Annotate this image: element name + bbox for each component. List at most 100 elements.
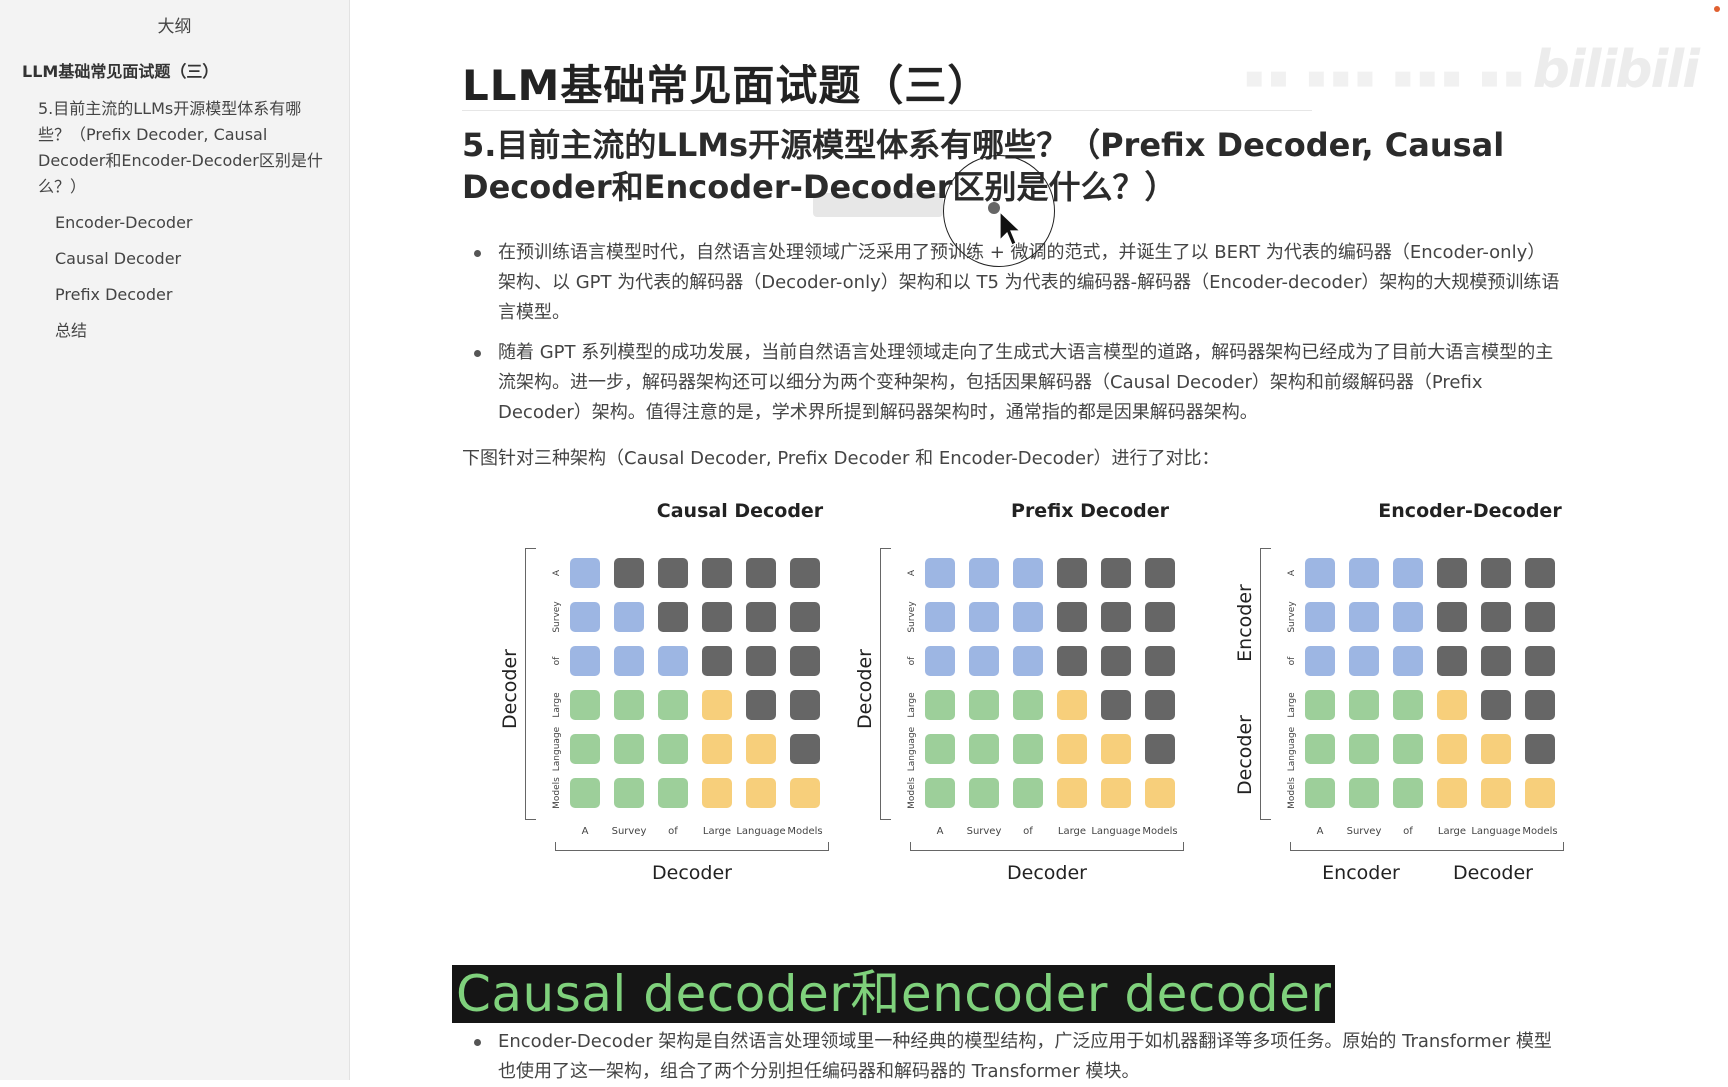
toc-item-section-5[interactable]: 5.目前主流的LLMs开源模型体系有哪些？（Prefix Decoder, Ca… [0, 82, 349, 200]
mask-cell [790, 734, 820, 764]
mask-cell [1349, 734, 1379, 764]
architecture-figure: Causal Decoder A A Survey Survey of of Large Lar… [460, 488, 1580, 908]
mask-cell [925, 778, 955, 808]
col-token-label: Models [1142, 826, 1178, 837]
mask-cell [658, 690, 688, 720]
row-brace [525, 548, 536, 820]
mask-cell [1349, 602, 1379, 632]
mask-cell [1437, 734, 1467, 764]
row-token-label: Large [552, 692, 562, 718]
panel-title-2: Encoder-Decoder [1378, 500, 1562, 522]
row-token-label: Large [907, 692, 917, 718]
mask-cell [570, 558, 600, 588]
panel-title-0: Causal Decoder [656, 500, 824, 522]
outline-sidebar: 大纲 LLM基础常见面试题（三） 5.目前主流的LLMs开源模型体系有哪些？（P… [0, 0, 350, 1080]
mask-cell [1305, 734, 1335, 764]
mask-cell [1349, 646, 1379, 676]
mask-cell [614, 646, 644, 676]
mask-cell [1101, 778, 1131, 808]
mask-cell [1481, 646, 1511, 676]
toc-item-encoder-decoder[interactable]: Encoder-Decoder [0, 200, 349, 236]
mask-cell [1145, 646, 1175, 676]
bottom-label: Decoder [1453, 862, 1533, 884]
mask-cell [658, 646, 688, 676]
mask-cell [658, 778, 688, 808]
mask-cell [614, 558, 644, 588]
toc-item-prefix-decoder[interactable]: Prefix Decoder [0, 272, 349, 308]
mask-cell [702, 690, 732, 720]
row-token-label: Models [552, 777, 562, 809]
mask-cell [1481, 778, 1511, 808]
mask-cell [1145, 602, 1175, 632]
mask-cell [1349, 558, 1379, 588]
mask-cell [570, 778, 600, 808]
row-token-label: Survey [907, 601, 917, 633]
comparison-text: 下图针对三种架构（Causal Decoder, Prefix Decoder … [462, 448, 1220, 469]
mask-cell [1057, 690, 1087, 720]
mask-cell [790, 558, 820, 588]
row-token-label: Language [1287, 726, 1297, 772]
mask-cell [1101, 646, 1131, 676]
mask-cell [570, 646, 600, 676]
mask-cell [614, 690, 644, 720]
mask-cell [1101, 690, 1131, 720]
mask-cell [790, 690, 820, 720]
mask-cell [702, 602, 732, 632]
mask-cell [1057, 558, 1087, 588]
mask-cell [1145, 734, 1175, 764]
mouse-pointer-icon [999, 210, 1022, 246]
toc-item-causal-decoder[interactable]: Causal Decoder [0, 236, 349, 272]
mask-cell [969, 690, 999, 720]
col-brace [910, 842, 1184, 851]
bottom-label: Encoder [1322, 862, 1400, 884]
mask-cell [1013, 690, 1043, 720]
col-token-label: Models [787, 826, 823, 837]
mask-cell [925, 734, 955, 764]
toc-item-title[interactable]: LLM基础常见面试题（三） [0, 44, 349, 82]
mask-cell [969, 558, 999, 588]
mask-cell [1101, 602, 1131, 632]
mask-cell [1305, 602, 1335, 632]
mask-cell [614, 778, 644, 808]
subtitle-banner: Causal decoder和encoder decoder [452, 965, 1336, 1023]
mask-cell [1393, 734, 1423, 764]
mask-cell [1525, 778, 1555, 808]
mask-cell [1101, 558, 1131, 588]
mask-cell [1057, 778, 1087, 808]
intro-bullets: 在预训练语言模型时代，自然语言处理领域广泛采用了预训练 + 微调的范式，并诞生了… [462, 238, 1562, 428]
mask-cell [1349, 690, 1379, 720]
mask-cell [1437, 646, 1467, 676]
mask-cell [1305, 690, 1335, 720]
mask-cell [790, 778, 820, 808]
row-token-label: of [907, 656, 917, 666]
mask-cell [925, 646, 955, 676]
mask-cell [658, 558, 688, 588]
cursor-dot [988, 202, 1000, 214]
mask-cell [1013, 778, 1043, 808]
mask-cell [969, 602, 999, 632]
mask-cell [746, 778, 776, 808]
mask-cell [702, 558, 732, 588]
mask-cell [1525, 646, 1555, 676]
mask-cell [702, 646, 732, 676]
mask-cell [1057, 646, 1087, 676]
mask-cell [1481, 690, 1511, 720]
row-token-label: A [552, 569, 562, 577]
mask-cell [1481, 602, 1511, 632]
mask-cell [570, 602, 600, 632]
col-brace [1290, 842, 1564, 851]
mask-cell [1305, 778, 1335, 808]
mask-cell [969, 778, 999, 808]
mask-cell [1145, 690, 1175, 720]
mask-cell [925, 558, 955, 588]
outline-header: 大纲 [157, 17, 192, 37]
bottom-label: Decoder [1007, 862, 1087, 884]
row-token-label: of [1287, 656, 1297, 666]
col-brace [555, 842, 829, 851]
mask-cell [746, 602, 776, 632]
mask-cell [969, 734, 999, 764]
toc-item-summary[interactable]: 总结 [0, 308, 349, 344]
col-token-label: Models [1522, 826, 1558, 837]
row-token-label: Survey [552, 601, 562, 633]
row-token-label: Survey [1287, 601, 1297, 633]
